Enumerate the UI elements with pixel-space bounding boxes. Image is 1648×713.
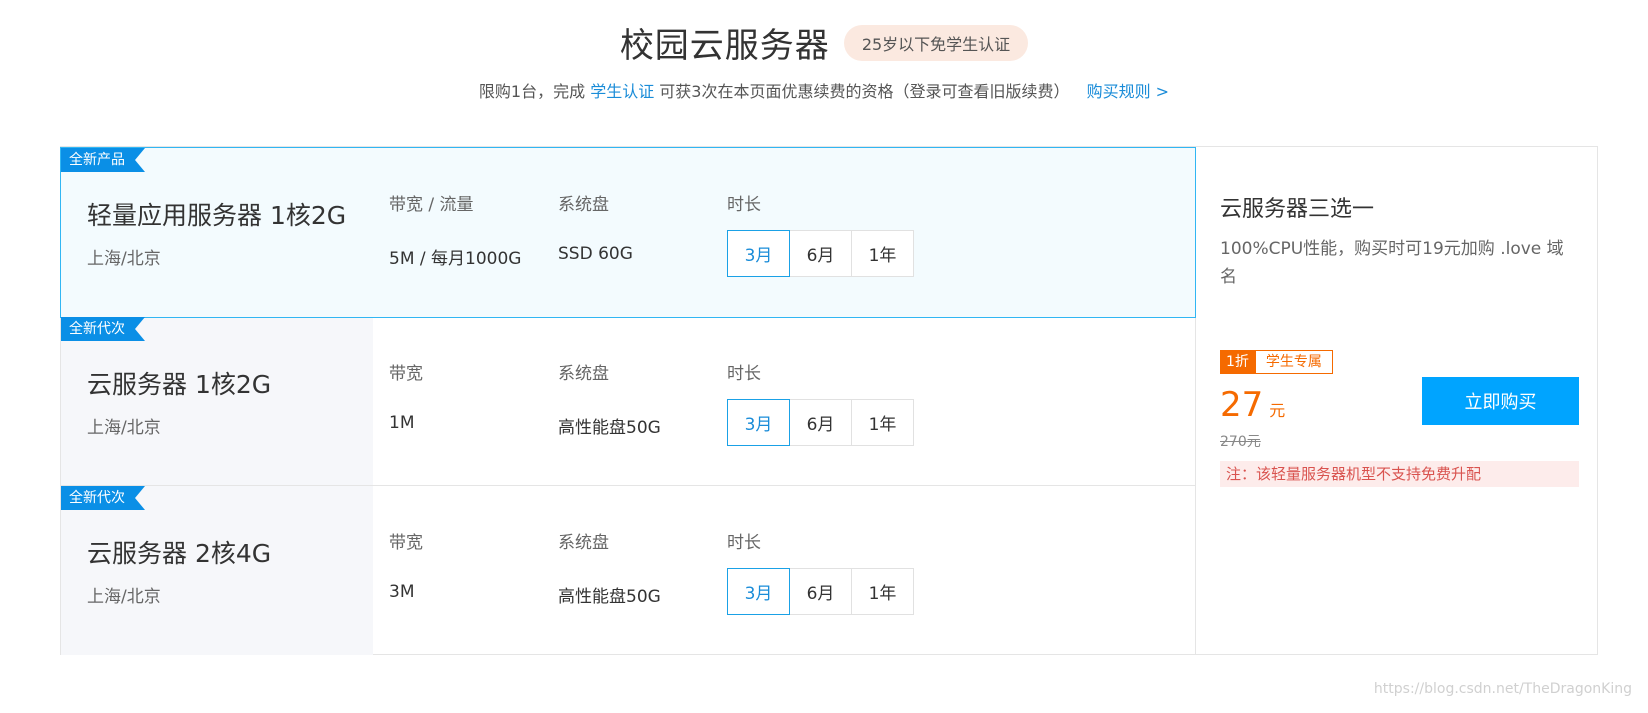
title-row: 校园云服务器 25岁以下免学生认证 <box>0 18 1648 67</box>
duration-option-1y[interactable]: 1年 <box>851 399 914 446</box>
duration-option-1y[interactable]: 1年 <box>851 568 914 615</box>
page-title: 校园云服务器 <box>619 26 830 66</box>
product-name: 轻量应用服务器 1核2G <box>87 201 347 230</box>
bandwidth-value: 3M <box>389 582 415 602</box>
product-row-cvm-1c2g[interactable]: 全新代次 云服务器 1核2G 上海/北京 带宽 1M 系统盘 高性能盘50G 时… <box>61 317 1195 486</box>
product-tag: 全新产品 <box>61 148 145 172</box>
duration-option-1y[interactable]: 1年 <box>851 230 914 277</box>
bandwidth-label: 带宽 / 流量 <box>389 195 474 215</box>
duration-option-6m[interactable]: 6月 <box>789 568 852 615</box>
product-row-cvm-2c4g[interactable]: 全新代次 云服务器 2核4G 上海/北京 带宽 3M 系统盘 高性能盘50G 时… <box>61 486 1195 655</box>
age-badge: 25岁以下免学生认证 <box>843 24 1029 61</box>
price: 27 元 <box>1220 385 1285 425</box>
product-region: 上海/北京 <box>87 587 161 607</box>
product-row-lighthouse[interactable]: 全新产品 轻量应用服务器 1核2G 上海/北京 带宽 / 流量 5M / 每月1… <box>60 147 1196 318</box>
price-unit: 元 <box>1269 401 1286 420</box>
duration-option-3m[interactable]: 3月 <box>727 230 790 277</box>
disk-label: 系统盘 <box>558 533 609 553</box>
duration-option-3m[interactable]: 3月 <box>727 568 790 615</box>
disk-value: SSD 60G <box>558 244 633 264</box>
disk-label: 系统盘 <box>558 364 609 384</box>
product-tag: 全新代次 <box>61 486 145 510</box>
student-auth-link[interactable]: 学生认证 <box>590 82 654 101</box>
disk-value: 高性能盘50G <box>558 587 661 607</box>
bandwidth-value: 5M / 每月1000G <box>389 249 522 269</box>
duration-option-6m[interactable]: 6月 <box>789 230 852 277</box>
product-panel: 全新产品 轻量应用服务器 1核2G 上海/北京 带宽 / 流量 5M / 每月1… <box>60 146 1598 655</box>
product-list: 全新产品 轻量应用服务器 1核2G 上海/北京 带宽 / 流量 5M / 每月1… <box>60 147 1196 655</box>
disk-value: 高性能盘50G <box>558 418 661 438</box>
duration-label: 时长 <box>727 533 761 553</box>
original-price: 270元 <box>1220 434 1261 450</box>
discount-badge: 1折 <box>1220 350 1255 374</box>
duration-selector: 3月 6月 1年 <box>727 568 914 615</box>
duration-option-3m[interactable]: 3月 <box>727 399 790 446</box>
duration-label: 时长 <box>727 364 761 384</box>
buy-now-button[interactable]: 立即购买 <box>1422 377 1579 425</box>
product-name: 云服务器 2核4G <box>87 539 272 568</box>
sidebar-title: 云服务器三选一 <box>1220 197 1375 222</box>
bandwidth-label: 带宽 <box>389 364 423 384</box>
product-info-pane <box>61 486 373 655</box>
product-tag: 全新代次 <box>61 317 145 341</box>
product-region: 上海/北京 <box>87 418 161 438</box>
price-amount: 27 <box>1220 385 1264 425</box>
bandwidth-value: 1M <box>389 413 415 433</box>
subtitle: 限购1台，完成 学生认证 可获3次在本页面优惠续费的资格（登录可查看旧版续费） … <box>0 78 1648 102</box>
watermark: https://blog.csdn.net/TheDragonKing <box>1373 681 1632 697</box>
subtitle-prefix: 限购1台，完成 <box>478 82 586 101</box>
product-name: 云服务器 1核2G <box>87 370 272 399</box>
duration-label: 时长 <box>727 195 761 215</box>
product-info-pane <box>61 148 373 317</box>
product-region: 上海/北京 <box>87 249 161 269</box>
upgrade-note: 注：该轻量服务器机型不支持免费升配 <box>1220 461 1579 487</box>
purchase-rules-link[interactable]: 购买规则 > <box>1087 82 1170 101</box>
purchase-sidebar: 云服务器三选一 100%CPU性能，购买时可19元加购 .love 域名 1折 … <box>1195 147 1597 654</box>
promo-badges: 1折 学生专属 <box>1220 350 1333 374</box>
bandwidth-label: 带宽 <box>389 533 423 553</box>
student-only-badge: 学生专属 <box>1254 350 1333 374</box>
sidebar-description: 100%CPU性能，购买时可19元加购 .love 域名 <box>1220 239 1564 287</box>
duration-selector: 3月 6月 1年 <box>727 399 914 446</box>
duration-selector: 3月 6月 1年 <box>727 230 914 277</box>
disk-label: 系统盘 <box>558 195 609 215</box>
duration-option-6m[interactable]: 6月 <box>789 399 852 446</box>
subtitle-suffix: 可获3次在本页面优惠续费的资格（登录可查看旧版续费） <box>659 82 1070 101</box>
product-info-pane <box>61 317 373 485</box>
